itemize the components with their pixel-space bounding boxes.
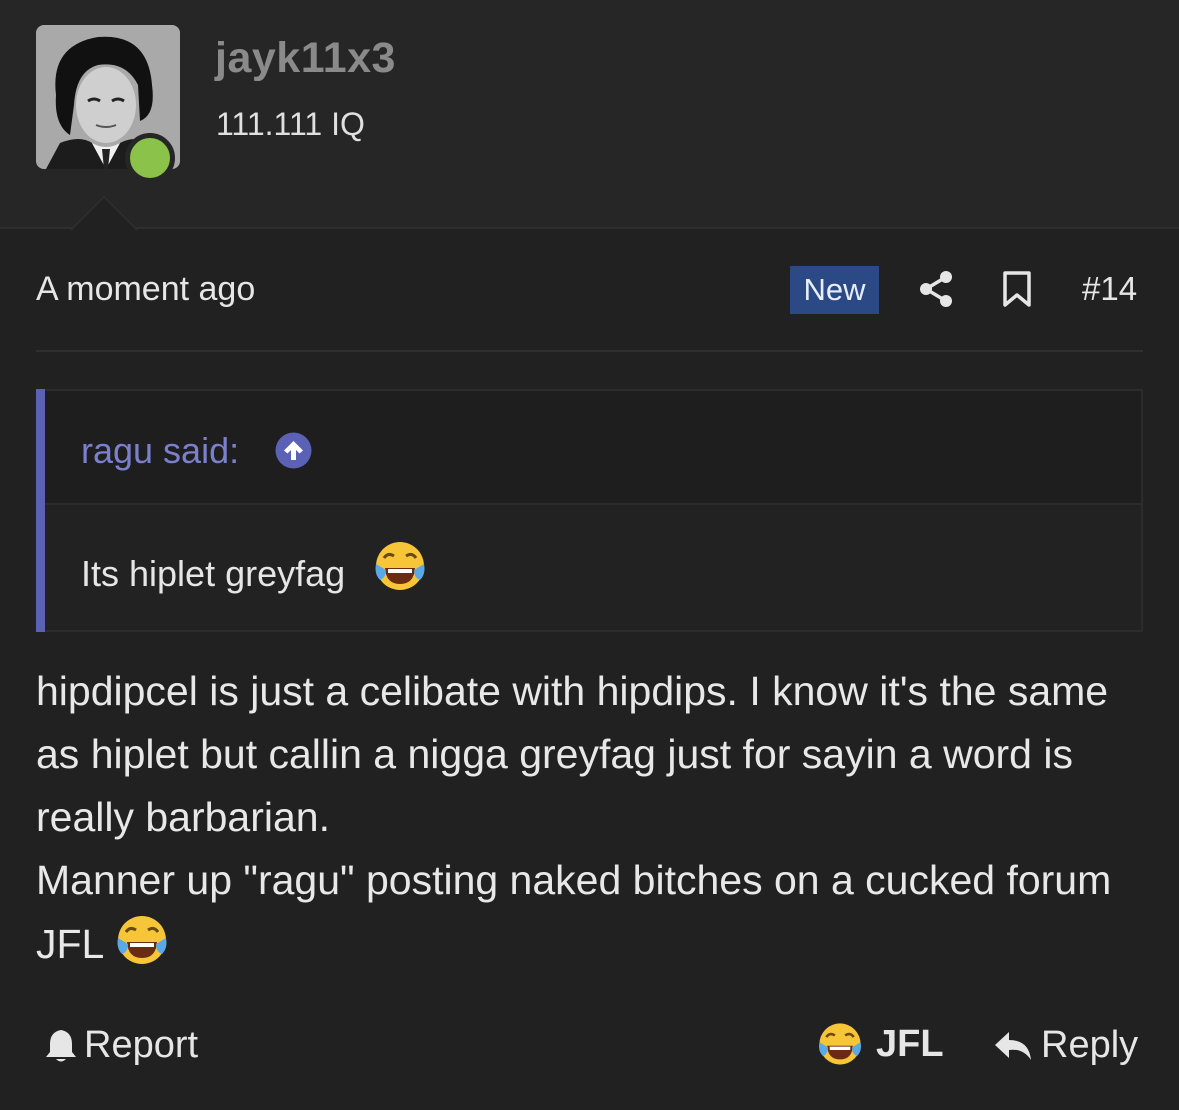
post-paragraph: Manner up "ragu" posting naked bitches o… bbox=[36, 849, 1146, 976]
reply-label: Reply bbox=[1041, 1024, 1139, 1066]
tears-of-joy-icon bbox=[372, 538, 428, 594]
jfl-label: JFL bbox=[876, 1022, 944, 1065]
share-icon[interactable] bbox=[918, 270, 954, 308]
report-label: Report bbox=[84, 1024, 199, 1066]
quote-accent-bar bbox=[36, 389, 45, 632]
post-body: hipdipcel is just a celibate with hipdip… bbox=[36, 660, 1146, 976]
online-status-indicator bbox=[125, 133, 175, 183]
header-pointer bbox=[72, 198, 136, 230]
reply-button[interactable]: Reply bbox=[993, 1024, 1138, 1067]
reply-arrow-icon bbox=[993, 1028, 1033, 1064]
user-title: 111.111 IQ bbox=[216, 106, 365, 142]
report-button[interactable]: Report bbox=[44, 1024, 198, 1067]
quote-text: Its hiplet greyfag bbox=[81, 553, 346, 594]
bookmark-icon[interactable] bbox=[1002, 270, 1032, 308]
quote-author[interactable]: ragu said: bbox=[81, 430, 239, 472]
arrow-up-circle-icon[interactable] bbox=[275, 432, 312, 469]
tears-of-joy-icon bbox=[114, 912, 170, 968]
new-badge: New bbox=[790, 266, 879, 314]
post-paragraph-text: Manner up "ragu" posting naked bitches o… bbox=[36, 857, 1112, 967]
jfl-reaction-button[interactable]: JFL bbox=[816, 1020, 944, 1068]
username[interactable]: jayk11x3 bbox=[215, 34, 396, 83]
post-timestamp[interactable]: A moment ago bbox=[36, 270, 255, 309]
bell-icon bbox=[44, 1028, 78, 1064]
post-paragraph: hipdipcel is just a celibate with hipdip… bbox=[36, 668, 1109, 840]
post-number-link[interactable]: #14 bbox=[1082, 270, 1137, 308]
divider bbox=[36, 350, 1143, 352]
tears-of-joy-icon bbox=[816, 1020, 864, 1068]
